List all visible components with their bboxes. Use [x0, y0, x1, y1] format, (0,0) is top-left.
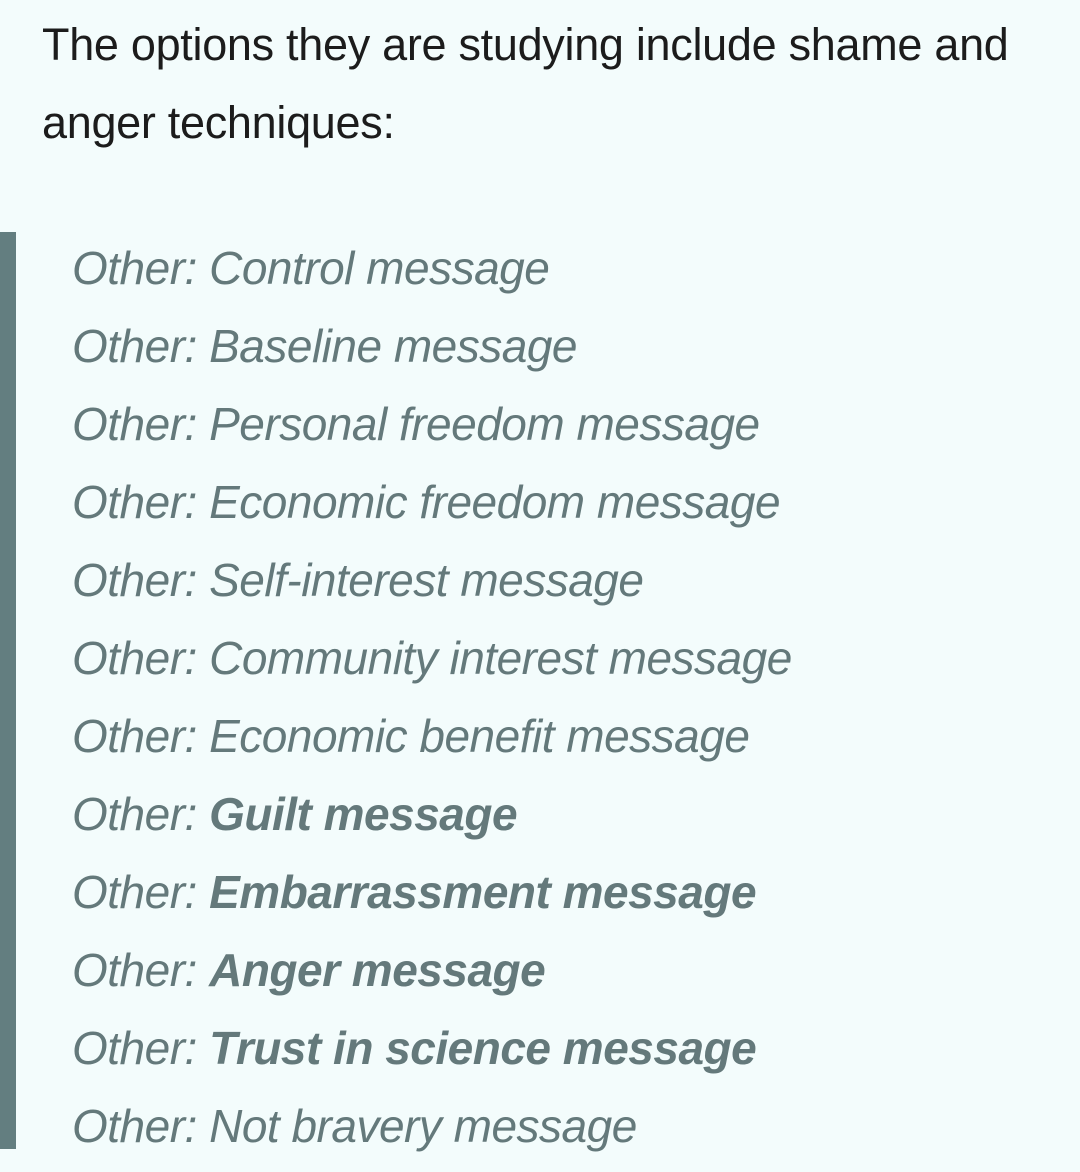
option-value: Community interest message	[209, 632, 792, 684]
intro-paragraph: The options they are studying include sh…	[42, 19, 1009, 148]
option-value: Control message	[209, 242, 550, 294]
option-label: Other:	[72, 788, 197, 840]
option-value: Anger message	[209, 944, 546, 996]
option-value: Embarrassment message	[209, 866, 757, 918]
list-item: Other: Anger message	[72, 938, 792, 1016]
option-label: Other:	[72, 398, 197, 450]
list-item: Other: Economic benefit message	[72, 704, 792, 782]
option-value: Personal freedom message	[209, 398, 760, 450]
list-item: Other: Economic freedom message	[72, 470, 792, 548]
option-value: Trust in science message	[209, 1022, 757, 1074]
list-item: Other: Guilt message	[72, 782, 792, 860]
option-value: Guilt message	[209, 788, 518, 840]
option-list: Other: Control message Other: Baseline m…	[72, 236, 792, 1172]
option-label: Other:	[72, 866, 197, 918]
option-label: Other:	[72, 1022, 197, 1074]
option-label: Other:	[72, 554, 197, 606]
option-label: Other:	[72, 1100, 197, 1152]
list-item: Other: Self-interest message	[72, 548, 792, 626]
list-item: Other: Trust in science message	[72, 1016, 792, 1094]
option-label: Other:	[72, 476, 197, 528]
option-value: Self-interest message	[209, 554, 644, 606]
option-value: Baseline message	[209, 320, 577, 372]
option-value: Economic freedom message	[209, 476, 781, 528]
option-label: Other:	[72, 320, 197, 372]
list-item: Other: Baseline message	[72, 314, 792, 392]
quote-bar	[0, 232, 16, 1149]
list-item: Other: Personal freedom message	[72, 392, 792, 470]
option-label: Other:	[72, 632, 197, 684]
option-label: Other:	[72, 710, 197, 762]
option-label: Other:	[72, 242, 197, 294]
option-value: Economic benefit message	[209, 710, 750, 762]
list-item: Other: Control message	[72, 236, 792, 314]
list-item: Other: Embarrassment message	[72, 860, 792, 938]
option-value: Not bravery message	[209, 1100, 637, 1152]
list-item: Other: Community interest message	[72, 626, 792, 704]
list-item: Other: Not bravery message	[72, 1094, 792, 1172]
blockquote: Other: Control message Other: Baseline m…	[0, 232, 1080, 1152]
option-label: Other:	[72, 944, 197, 996]
